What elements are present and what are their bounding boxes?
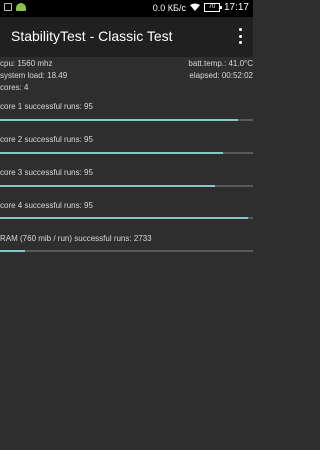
network-speed: 0.0 КБ/с xyxy=(152,2,186,13)
core-count: cores: 4 xyxy=(0,83,29,92)
core-1-progress-fill xyxy=(0,119,238,121)
system-load: system load: 18.49 xyxy=(0,71,68,80)
core-3-progress-fill xyxy=(0,185,216,187)
core-2-progress-fill xyxy=(0,152,223,154)
core-2-progress xyxy=(0,152,253,154)
core-4-label: core 4 successful runs: 95 xyxy=(0,201,93,210)
ram-progress xyxy=(0,250,253,252)
core-3-progress xyxy=(0,185,253,187)
core-1-label: core 1 successful runs: 95 xyxy=(0,102,93,111)
battery-icon: 70 xyxy=(203,3,222,12)
core-4-progress-fill xyxy=(0,217,248,219)
status-bar: 0.0 КБ/с 70 17:17 xyxy=(0,0,253,17)
core-2-label: core 2 successful runs: 95 xyxy=(0,135,93,144)
core-4-progress xyxy=(0,217,253,219)
app-title: StabilityTest - Classic Test xyxy=(11,28,173,44)
status-time: 17:17 xyxy=(223,2,249,13)
app-bar: StabilityTest - Classic Test xyxy=(0,17,253,57)
ram-progress-fill xyxy=(0,250,26,252)
notification-icon xyxy=(4,3,12,11)
ram-label: RAM (760 mib / run) successful runs: 273… xyxy=(0,234,152,243)
core-1-progress xyxy=(0,119,253,121)
overflow-menu-icon[interactable] xyxy=(237,28,243,44)
core-3-label: core 3 successful runs: 95 xyxy=(0,168,93,177)
cpu-frequency: cpu: 1560 mhz xyxy=(0,59,53,68)
elapsed-time: elapsed: 00:52:02 xyxy=(189,71,253,80)
battery-temperature: batt.temp.: 41.0°C xyxy=(188,59,253,68)
android-icon xyxy=(16,3,26,11)
wifi-icon xyxy=(189,3,200,13)
